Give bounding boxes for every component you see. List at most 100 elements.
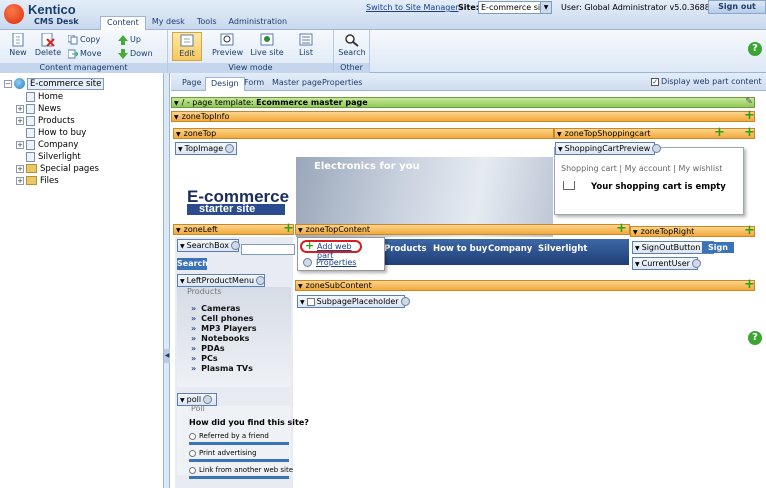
tree-item-special-pages[interactable]: + Special pages: [16, 163, 99, 175]
site-label: Site:: [458, 3, 479, 12]
poll-option[interactable]: Print advertising: [189, 449, 257, 457]
tree-item-news[interactable]: + News: [16, 103, 61, 115]
add-web-part-icon[interactable]: +: [283, 222, 294, 235]
web-part-shoppingcartpreview[interactable]: ▼ ShoppingCartPreview: [555, 142, 662, 155]
poll-option[interactable]: Link from another web site: [189, 466, 293, 474]
nav-item[interactable]: Products: [384, 244, 427, 254]
web-part-subpageplaceholder[interactable]: ▼ SubpagePlaceholder: [297, 295, 410, 308]
web-part-leftproductmenu[interactable]: ▼ LeftProductMenu: [177, 274, 266, 287]
zone-left-bar[interactable]: ▼ zoneLeft: [173, 224, 294, 235]
product-category[interactable]: PDAs: [191, 344, 224, 353]
radio-icon: [189, 432, 196, 440]
collapse-panel-icon[interactable]: ◀: [164, 349, 170, 363]
tab-page[interactable]: Page: [177, 77, 206, 91]
product-category[interactable]: Cell phones: [191, 314, 253, 323]
expand-icon[interactable]: +: [16, 176, 24, 185]
list-button[interactable]: List: [291, 32, 321, 61]
add-web-part-icon[interactable]: +: [744, 109, 755, 122]
edit-template-icon[interactable]: ✎: [744, 98, 754, 108]
zone-sub-content-bar[interactable]: ▼ zoneSubContent: [295, 280, 755, 291]
tab-administration[interactable]: Administration: [223, 16, 294, 30]
add-web-part-icon[interactable]: +: [744, 126, 755, 139]
tab-my-desk[interactable]: My desk: [146, 16, 191, 30]
delete-icon: [41, 33, 55, 47]
expand-icon[interactable]: +: [16, 164, 24, 173]
sign-out-web-part-button[interactable]: Sign out: [702, 242, 734, 263]
search-input[interactable]: [241, 244, 295, 255]
tab-properties[interactable]: Properties: [317, 77, 367, 91]
live-site-button[interactable]: Live site: [250, 32, 284, 61]
radio-icon: [189, 466, 196, 474]
page-template-bar[interactable]: ▼ / - page template: Ecommerce master pag…: [171, 97, 755, 108]
nav-item[interactable]: Silverlight: [538, 244, 587, 254]
site-select[interactable]: E-commerce site ▼: [478, 1, 552, 14]
tab-content[interactable]: Content: [100, 16, 146, 30]
product-category[interactable]: PCs: [191, 354, 218, 363]
tree-item-home[interactable]: Home: [16, 91, 63, 103]
poll-option[interactable]: Referred by a friend: [189, 432, 269, 440]
gear-icon[interactable]: [256, 276, 266, 285]
gear-icon[interactable]: [225, 144, 235, 153]
web-part-currentuser[interactable]: ▼ CurrentUser: [632, 257, 701, 270]
new-button[interactable]: New: [3, 32, 33, 61]
help-icon[interactable]: ?: [748, 42, 762, 56]
add-web-part-icon[interactable]: +: [714, 126, 725, 139]
help-icon[interactable]: ?: [748, 331, 762, 345]
page-icon: [26, 139, 35, 150]
gear-icon[interactable]: [230, 241, 240, 250]
search-submit-button[interactable]: Search: [177, 258, 208, 270]
arrow-up-icon: [118, 35, 128, 45]
add-web-part-icon[interactable]: +: [616, 222, 627, 235]
add-web-part-menu-item[interactable]: + Add web part: [300, 240, 362, 260]
tree-item-company[interactable]: + Company: [16, 139, 78, 151]
tree-item-files[interactable]: + Files: [16, 175, 59, 187]
gear-icon[interactable]: [691, 259, 701, 268]
properties-menu-item[interactable]: Properties: [303, 258, 356, 267]
zone-top-bar[interactable]: ▼ zoneTop: [173, 128, 554, 139]
move-button[interactable]: Move: [68, 48, 101, 60]
expand-icon[interactable]: +: [16, 104, 24, 113]
other-group-title: Other: [334, 63, 369, 73]
panel-splitter[interactable]: ◀: [164, 73, 170, 488]
tree-item-products[interactable]: + Products: [16, 115, 75, 127]
nav-item[interactable]: How to buy: [433, 244, 487, 254]
expand-icon[interactable]: +: [16, 116, 24, 125]
down-button[interactable]: Down: [118, 48, 153, 60]
cart-links[interactable]: Shopping cart | My account | My wishlist: [561, 164, 722, 173]
zone-top-content-bar[interactable]: ▼ zoneTopContent: [295, 224, 630, 235]
nav-item[interactable]: Company: [488, 244, 532, 254]
sign-out-button[interactable]: Sign out: [708, 0, 766, 14]
delete-button[interactable]: Delete: [33, 32, 63, 61]
search-button[interactable]: Search: [337, 32, 367, 61]
product-category[interactable]: Cameras: [191, 304, 240, 313]
gear-icon[interactable]: [400, 297, 410, 306]
product-category[interactable]: Plasma TVs: [191, 364, 253, 373]
expand-icon[interactable]: +: [16, 140, 24, 149]
zone-label: zoneSubContent: [305, 281, 372, 290]
collapse-icon[interactable]: −: [4, 79, 12, 88]
add-web-part-icon[interactable]: +: [744, 224, 755, 237]
site-select-value: E-commerce site: [481, 3, 549, 12]
switch-to-site-manager-link[interactable]: Switch to Site Manager: [366, 3, 459, 12]
poll-option-label: Print advertising: [199, 449, 257, 457]
tab-form[interactable]: Form: [239, 77, 269, 91]
gear-icon[interactable]: [203, 395, 213, 404]
product-category[interactable]: MP3 Players: [191, 324, 256, 333]
zone-top-right-bar[interactable]: ▼ zoneTopRight: [630, 226, 755, 237]
web-part-searchbox[interactable]: ▼ SearchBox: [177, 239, 240, 252]
copy-button[interactable]: Copy: [68, 34, 100, 46]
up-button[interactable]: Up: [118, 34, 141, 46]
view-mode-group-title: View mode: [168, 63, 333, 73]
tree-item-silverlight[interactable]: Silverlight: [16, 151, 81, 163]
web-part-topimage[interactable]: ▼ TopImage: [175, 142, 237, 155]
tab-tools[interactable]: Tools: [191, 16, 223, 30]
display-web-part-content-checkbox[interactable]: ✓ Display web part content: [651, 77, 762, 86]
tree-root[interactable]: − E-commerce site: [4, 78, 105, 90]
logo-icon: [4, 4, 24, 24]
tree-item-how-to-buy[interactable]: How to buy: [16, 127, 86, 139]
zone-top-info-bar[interactable]: ▼ zoneTopInfo: [171, 111, 755, 122]
edit-button[interactable]: Edit: [172, 32, 202, 61]
add-web-part-icon[interactable]: +: [744, 278, 755, 291]
preview-button[interactable]: Preview: [212, 32, 243, 61]
product-category[interactable]: Notebooks: [191, 334, 249, 343]
